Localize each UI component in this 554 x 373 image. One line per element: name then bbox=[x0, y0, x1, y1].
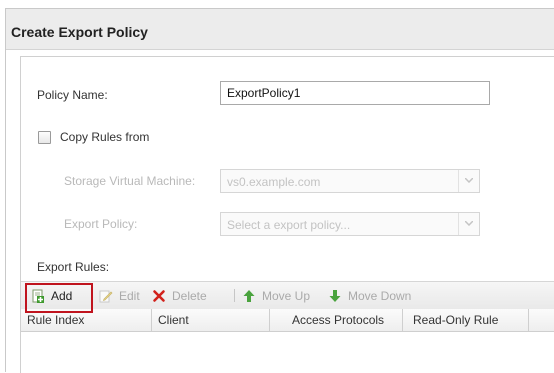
export-policy-label: Export Policy: bbox=[64, 217, 138, 231]
svm-select[interactable]: vs0.example.com bbox=[220, 169, 480, 193]
export-rules-toolbar: Add Edit Delete Move Up Move Down bbox=[21, 281, 554, 310]
delete-button-label: Delete bbox=[172, 288, 207, 303]
arrow-down-icon bbox=[329, 289, 341, 302]
export-policy-dropdown-button[interactable] bbox=[458, 213, 479, 235]
chevron-down-icon bbox=[465, 178, 473, 183]
add-button-highlight bbox=[25, 283, 93, 313]
edit-button[interactable]: Edit bbox=[99, 282, 140, 309]
dialog-content: Policy Name: Copy Rules from Storage Vir… bbox=[20, 56, 554, 373]
svm-select-value: vs0.example.com bbox=[227, 175, 321, 189]
move-down-button[interactable]: Move Down bbox=[328, 282, 411, 309]
copy-rules-checkbox[interactable] bbox=[38, 131, 51, 144]
export-rules-grid-header: Rule Index Client Access Protocols Read-… bbox=[21, 309, 554, 332]
dialog-title: Create Export Policy bbox=[11, 24, 148, 40]
export-rules-grid-body bbox=[21, 332, 554, 373]
svm-label: Storage Virtual Machine: bbox=[64, 174, 196, 188]
delete-x-icon bbox=[153, 289, 165, 302]
edit-pencil-icon bbox=[99, 290, 113, 302]
chevron-down-icon bbox=[465, 221, 473, 226]
column-header-access-protocols[interactable]: Access Protocols bbox=[270, 309, 403, 331]
move-up-button[interactable]: Move Up bbox=[242, 282, 310, 309]
copy-rules-label: Copy Rules from bbox=[60, 130, 150, 144]
create-export-policy-dialog: Create Export Policy Policy Name: Copy R… bbox=[5, 8, 554, 373]
toolbar-separator bbox=[234, 289, 235, 302]
policy-name-label: Policy Name: bbox=[37, 88, 108, 102]
dialog-title-bar: Create Export Policy bbox=[6, 9, 554, 50]
edit-button-label: Edit bbox=[119, 288, 140, 303]
column-header-client[interactable]: Client bbox=[152, 309, 270, 331]
export-policy-select[interactable]: Select a export policy... bbox=[220, 212, 480, 236]
move-up-button-label: Move Up bbox=[262, 288, 311, 303]
export-rules-label: Export Rules: bbox=[37, 260, 110, 274]
export-policy-placeholder: Select a export policy... bbox=[227, 218, 351, 232]
svm-dropdown-button[interactable] bbox=[458, 170, 479, 192]
move-down-button-label: Move Down bbox=[348, 288, 412, 303]
policy-name-input[interactable] bbox=[220, 81, 490, 105]
arrow-up-icon bbox=[243, 289, 255, 302]
column-header-read-only-rule[interactable]: Read-Only Rule bbox=[403, 309, 529, 331]
delete-button[interactable]: Delete bbox=[152, 282, 207, 309]
